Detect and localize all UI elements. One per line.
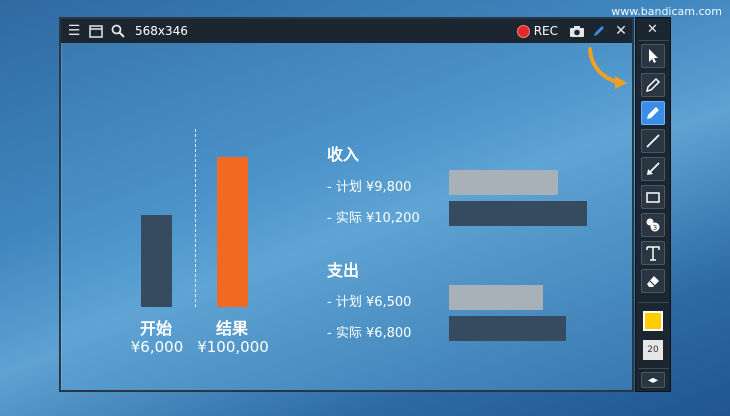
toolbar-divider bbox=[639, 368, 669, 369]
bar-end-value: ¥100,000 bbox=[197, 338, 269, 356]
text-icon[interactable] bbox=[641, 241, 665, 265]
move-toolbar-icon[interactable]: ◂▸ bbox=[641, 372, 665, 388]
toolbar-divider bbox=[639, 40, 669, 41]
expense-actual-bar bbox=[449, 316, 566, 341]
line-icon[interactable] bbox=[641, 129, 665, 153]
toolbar-close-icon[interactable]: ✕ bbox=[647, 22, 658, 37]
highlighter-icon[interactable] bbox=[641, 101, 665, 125]
rectangle-icon[interactable] bbox=[641, 185, 665, 209]
window-icon[interactable] bbox=[85, 19, 107, 43]
drawing-toolbar: ✕ 3 20 ◂▸ bbox=[635, 17, 671, 392]
cursor-icon[interactable] bbox=[641, 44, 665, 68]
expense-plan-label: - 计划 ¥6,500 bbox=[327, 295, 412, 310]
hint-arrow-icon bbox=[588, 47, 627, 89]
bar-end-label: 结果 bbox=[215, 319, 248, 338]
eraser-icon[interactable] bbox=[641, 269, 665, 293]
bar-start-label: 开始 bbox=[139, 319, 172, 338]
rec-label: REC bbox=[533, 24, 558, 38]
menu-icon[interactable]: ☰ bbox=[63, 19, 85, 43]
svg-text:3: 3 bbox=[653, 224, 657, 232]
record-icon bbox=[516, 24, 530, 38]
income-plan-label: - 计划 ¥9,800 bbox=[327, 180, 412, 195]
search-icon[interactable] bbox=[107, 19, 129, 43]
camera-icon[interactable] bbox=[566, 19, 588, 43]
bar-start bbox=[141, 215, 172, 307]
income-actual-bar bbox=[449, 201, 587, 226]
capture-area: 开始 ¥6,000 结果 ¥100,000 收入 - 计划 ¥9,800 - 实… bbox=[61, 43, 632, 390]
numbering-icon[interactable]: 3 bbox=[641, 213, 665, 237]
income-title: 收入 bbox=[327, 145, 360, 164]
income-plan-bar bbox=[449, 170, 558, 195]
size-picker[interactable]: 20 bbox=[643, 340, 663, 360]
income-actual-label: - 实际 ¥10,200 bbox=[327, 211, 420, 226]
pencil-icon[interactable] bbox=[641, 73, 665, 97]
expense-plan-bar bbox=[449, 285, 543, 310]
color-picker-swatch[interactable] bbox=[643, 311, 663, 331]
expense-title: 支出 bbox=[327, 261, 360, 280]
draw-pencil-icon[interactable] bbox=[588, 19, 610, 43]
divider-dashed bbox=[195, 129, 196, 307]
arrow-icon[interactable] bbox=[641, 157, 665, 181]
recording-frame[interactable]: ☰ 568x346 REC ✕ 开始 ¥6,000 结果 ¥100,000 收入 bbox=[59, 17, 634, 392]
bar-end bbox=[217, 157, 248, 307]
frame-titlebar: ☰ 568x346 REC ✕ bbox=[61, 19, 632, 43]
close-icon[interactable]: ✕ bbox=[610, 19, 632, 43]
toolbar-divider bbox=[639, 302, 669, 303]
expense-actual-label: - 实际 ¥6,800 bbox=[327, 326, 412, 341]
rec-button[interactable]: REC bbox=[516, 24, 558, 38]
capture-size-label[interactable]: 568x346 bbox=[135, 24, 188, 38]
